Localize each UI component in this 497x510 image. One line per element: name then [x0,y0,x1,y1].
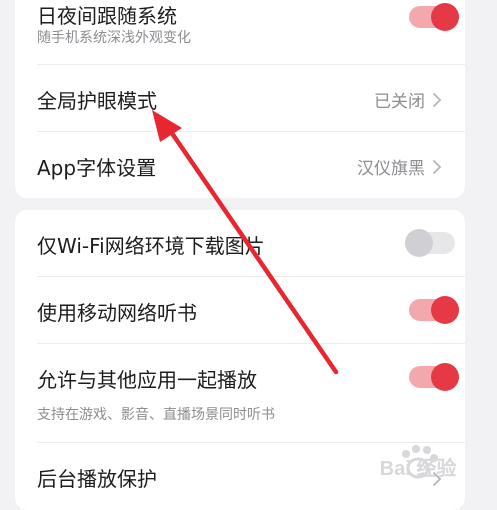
baidu-logo-watermark: Bai 经验 [348,438,488,488]
watermark-text: Bai 经验 [379,458,457,480]
red-annotation-arrow [152,110,339,375]
